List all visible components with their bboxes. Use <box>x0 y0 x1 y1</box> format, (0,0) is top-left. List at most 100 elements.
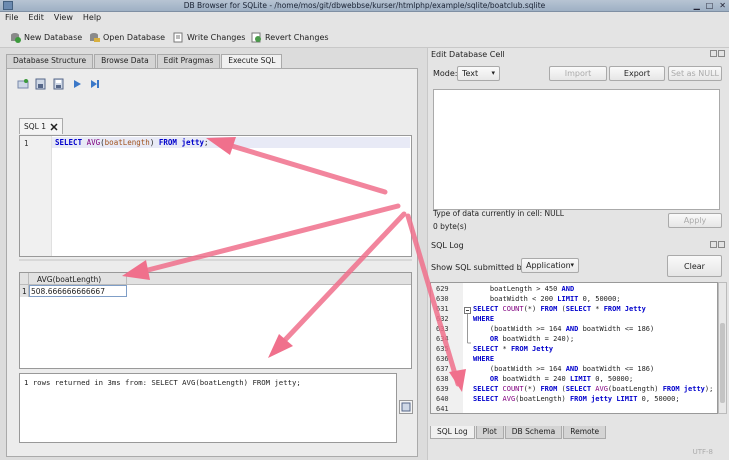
menu-view[interactable]: View <box>49 12 78 23</box>
execute-sql-panel: SQL 1 1 SELECT AVG(boatLength) FROM jett… <box>6 68 418 457</box>
close-tab-icon[interactable] <box>50 122 58 131</box>
log-line-code: OR boatWidth = 240 LIMIT 0, 50000; <box>489 375 634 383</box>
menu-edit[interactable]: Edit <box>23 12 49 23</box>
sql-toolbar <box>17 78 101 90</box>
chevron-down-icon: ▾ <box>570 261 574 269</box>
log-line-number: 640 <box>436 395 449 403</box>
open-database-button[interactable]: Open Database <box>89 29 165 45</box>
fold-markers <box>464 307 471 344</box>
menu-help[interactable]: Help <box>78 12 106 23</box>
log-line: 641 <box>431 405 717 413</box>
save-results-icon[interactable] <box>399 400 413 414</box>
save-sql-file-icon[interactable] <box>53 78 65 90</box>
menu-bar: File Edit View Help <box>0 12 729 26</box>
panel-buttons <box>709 50 725 59</box>
float-icon[interactable] <box>710 241 717 248</box>
log-line-number: 638 <box>436 375 449 383</box>
log-line-code: SELECT * FROM Jetty <box>473 345 554 353</box>
log-line-code: OR boatWidth = 240); <box>489 335 575 343</box>
tab-edit-pragmas[interactable]: Edit Pragmas <box>156 54 221 68</box>
cell-type-info: Type of data currently in cell: NULL <box>433 209 564 218</box>
open-database-label: Open Database <box>103 32 166 42</box>
chevron-down-icon: ▾ <box>491 69 495 77</box>
results-grid[interactable]: AVG(boatLength) 1 508.666666666667 <box>19 272 412 369</box>
maximize-icon[interactable]: □ <box>706 1 714 10</box>
log-line-code: SELECT COUNT(*) FROM (SELECT * FROM Jett… <box>473 305 646 313</box>
log-line-number: 636 <box>436 355 449 363</box>
scrollbar-thumb[interactable] <box>720 323 725 403</box>
log-line-number: 633 <box>436 325 449 333</box>
tab-remote[interactable]: Remote <box>563 426 607 439</box>
bottom-tabs: SQL Log Plot DB Schema Remote <box>430 426 607 439</box>
open-tab-icon[interactable] <box>17 78 29 90</box>
execute-all-icon[interactable] <box>71 78 83 90</box>
apply-button[interactable]: Apply <box>668 213 722 228</box>
close-icon[interactable]: ✕ <box>719 1 726 10</box>
log-line-number: 639 <box>436 385 449 393</box>
new-database-icon <box>11 32 21 43</box>
log-line: 638 OR boatWidth = 240 LIMIT 0, 50000; <box>431 375 717 385</box>
log-line-code: SELECT AVG(boatLength) FROM jetty LIMIT … <box>473 395 680 403</box>
close-panel-icon[interactable] <box>718 50 725 57</box>
revert-changes-icon <box>251 32 261 42</box>
close-panel-icon[interactable] <box>718 241 725 248</box>
splitter[interactable] <box>19 259 412 261</box>
log-scrollbar[interactable] <box>718 282 727 414</box>
row-number[interactable]: 1 <box>20 285 29 297</box>
column-header[interactable]: AVG(boatLength) <box>29 273 127 285</box>
query-message: 1 rows returned in 3ms from: SELECT AVG(… <box>19 373 397 443</box>
submitter-select[interactable]: Application ▾ <box>521 258 579 273</box>
sql-tab-label: SQL 1 <box>24 122 46 131</box>
log-line: 631 SELECT COUNT(*) FROM (SELECT * FROM J… <box>431 305 717 315</box>
set-null-button[interactable]: Set as NULL <box>668 66 722 81</box>
tab-db-schema[interactable]: DB Schema <box>504 426 563 439</box>
line-number: 1 <box>24 139 29 148</box>
clear-log-button[interactable]: Clear <box>667 255 722 277</box>
log-panel-buttons <box>709 241 725 250</box>
main-area: Database Structure Browse Data Edit Prag… <box>0 50 425 460</box>
table-row: 1 508.666666666667 <box>20 285 411 297</box>
log-line: 639 SELECT COUNT(*) FROM (SELECT AVG(boat… <box>431 385 717 395</box>
sql-table: jetty <box>181 138 205 147</box>
log-line: 637 (boatWidth >= 164 AND boatWidth <= 1… <box>431 365 717 375</box>
tab-browse-data[interactable]: Browse Data <box>94 54 156 68</box>
open-database-icon <box>90 32 100 42</box>
sql-identifier: boatLength <box>104 138 150 147</box>
sql-log-view[interactable]: 629 boatLength > 450 AND 630 boatWidth < … <box>430 282 718 414</box>
log-line: 630 boatWidth < 200 LIMIT 0, 50000; <box>431 295 717 305</box>
tab-plot[interactable]: Plot <box>475 426 504 439</box>
sql-code-line[interactable]: SELECT AVG(boatLength) FROM jetty; <box>52 137 410 148</box>
main-toolbar: New Database Open Database Write Changes… <box>0 26 729 48</box>
sql-editor[interactable]: 1 SELECT AVG(boatLength) FROM jetty; <box>19 135 412 257</box>
write-changes-button[interactable]: Write Changes <box>173 29 245 45</box>
tab-sql-log[interactable]: SQL Log <box>430 426 475 439</box>
new-database-button[interactable]: New Database <box>10 29 82 45</box>
log-line: 640 SELECT AVG(boatLength) FROM jetty LIM… <box>431 395 717 405</box>
menu-file[interactable]: File <box>0 12 23 23</box>
log-line-code: boatWidth < 200 LIMIT 0, 50000; <box>473 295 621 303</box>
float-icon[interactable] <box>710 50 717 57</box>
tab-database-structure[interactable]: Database Structure <box>6 54 94 68</box>
cell-editor[interactable] <box>433 89 720 210</box>
log-line-number: 637 <box>436 365 449 373</box>
sql-editor-tab[interactable]: SQL 1 <box>19 118 63 134</box>
log-line-code: (boatWidth >= 164 AND boatWidth <= 186) <box>473 325 655 333</box>
editor-gutter: 1 <box>20 136 52 256</box>
new-database-label: New Database <box>24 32 83 42</box>
cell-size-info: 0 byte(s) <box>433 222 467 231</box>
execute-current-line-icon[interactable] <box>89 78 101 90</box>
result-cell[interactable]: 508.666666666667 <box>29 285 127 297</box>
mode-select[interactable]: Text ▾ <box>457 66 500 81</box>
open-sql-file-icon[interactable] <box>35 78 47 90</box>
minimize-icon[interactable]: ▁ <box>694 1 700 10</box>
tab-execute-sql[interactable]: Execute SQL <box>221 54 283 69</box>
revert-changes-button[interactable]: Revert Changes <box>251 29 329 45</box>
log-line-number: 635 <box>436 345 449 353</box>
window-title: DB Browser for SQLite - /home/mos/git/db… <box>183 1 546 10</box>
log-line-code: boatLength > 450 AND <box>473 285 575 293</box>
log-line-code: (boatWidth >= 164 AND boatWidth <= 186) <box>473 365 655 373</box>
log-line-number: 630 <box>436 295 449 303</box>
import-button[interactable]: Import <box>549 66 607 81</box>
log-line-code: WHERE <box>473 315 495 323</box>
export-button[interactable]: Export <box>609 66 665 81</box>
